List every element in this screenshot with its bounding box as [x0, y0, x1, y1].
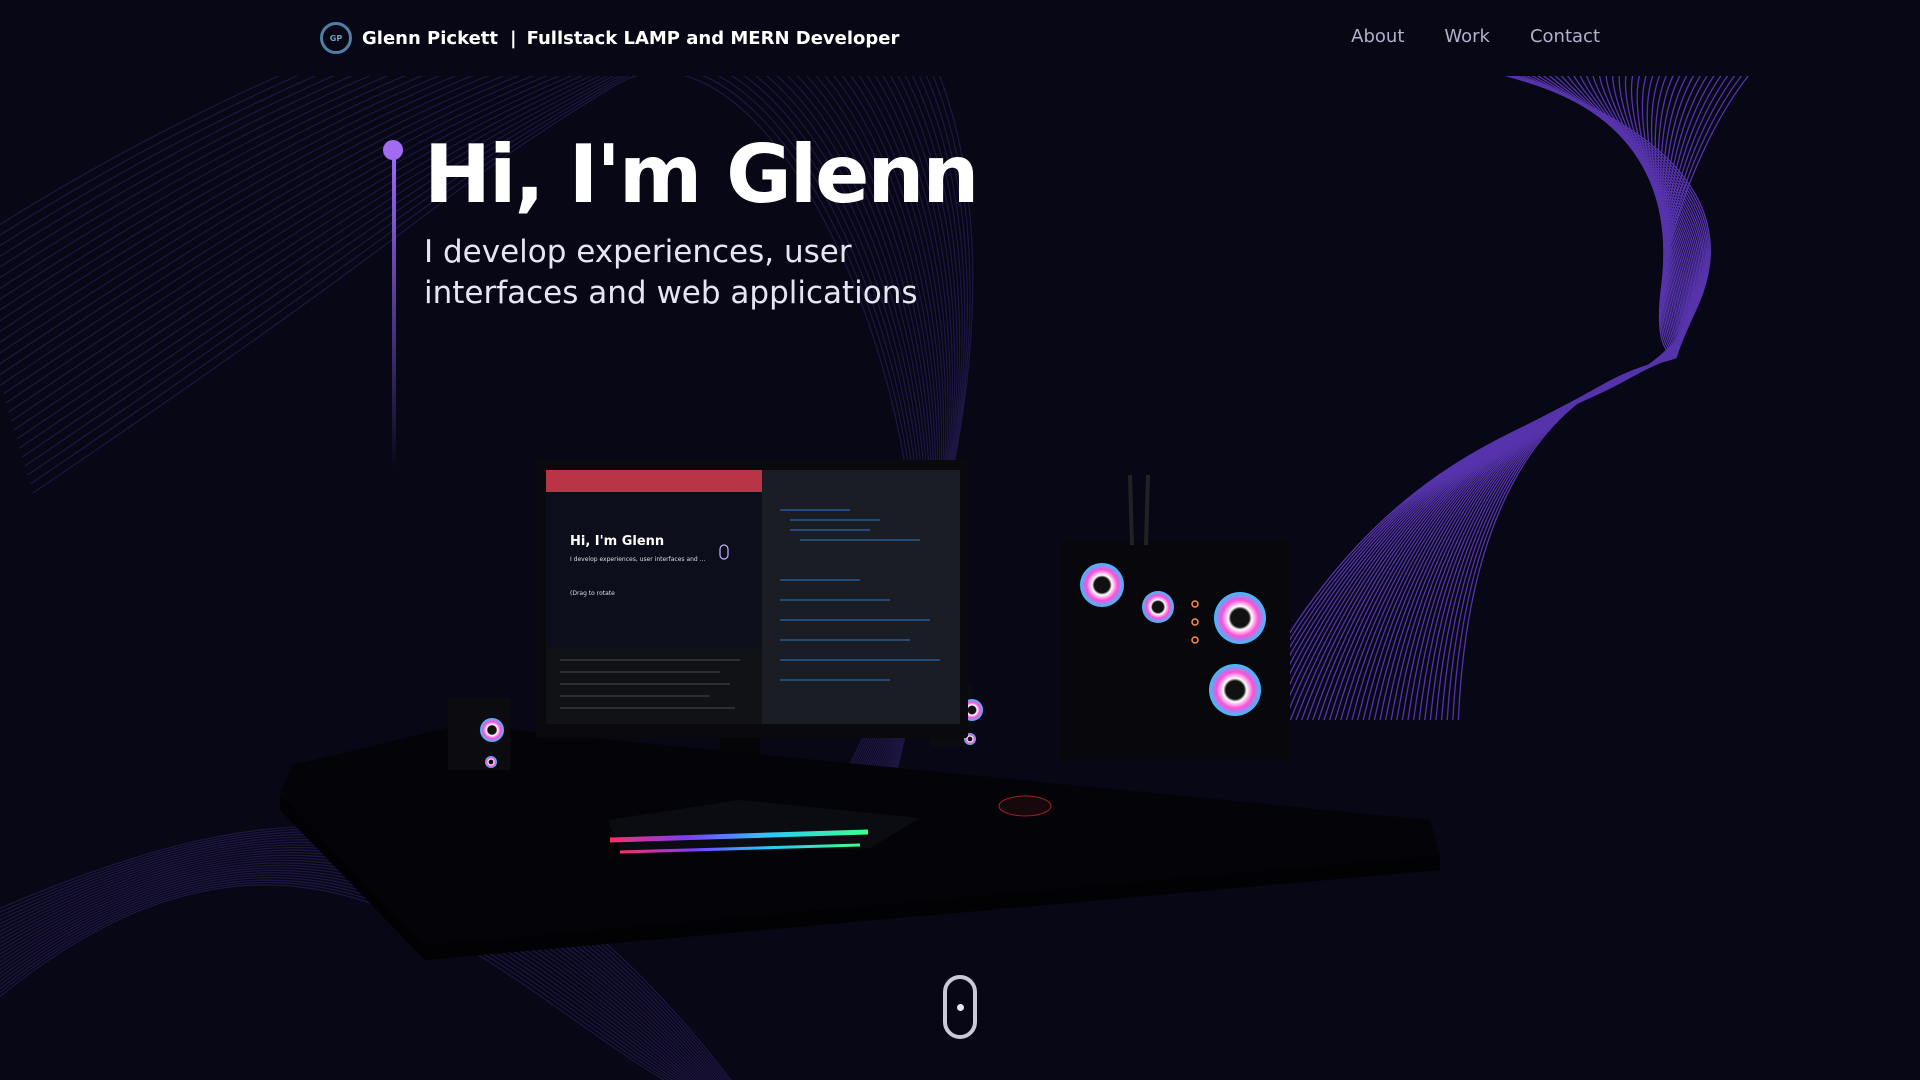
desk-setup-3d-scene[interactable]: Hi, I'm Glenn I develop experiences, use…: [280, 450, 1460, 960]
desk-mouse: [998, 795, 1052, 817]
nav-links: About Work Contact: [1351, 26, 1600, 47]
nav-contact[interactable]: Contact: [1530, 26, 1600, 47]
hero-accent-line: [392, 150, 396, 470]
brand-name: Glenn Pickett: [362, 27, 498, 49]
pc-case: [1060, 474, 1290, 760]
brand[interactable]: GP Glenn Pickett | Fullstack LAMP and ME…: [320, 21, 899, 55]
screen-title: Hi, I'm Glenn: [570, 534, 664, 549]
monitor: Hi, I'm Glenn I develop experiences, use…: [536, 460, 968, 758]
scroll-wheel-dot: [957, 1004, 964, 1011]
hero-subtitle: I develop experiences, user interfaces a…: [424, 234, 918, 311]
logo-icon: GP: [320, 22, 352, 54]
brand-separator: |: [509, 27, 517, 49]
wave-line: [1452, 69, 1747, 721]
wave-line: [1457, 69, 1754, 721]
screen-subtitle: I develop experiences, user interfaces a…: [570, 556, 705, 563]
wave-line: [1429, 69, 1719, 721]
wave-line: [1435, 69, 1726, 721]
hero-accent-dot: [383, 140, 403, 160]
screen-hint: (Drag to rotate: [570, 590, 615, 597]
hero-title: Hi, I'm Glenn: [424, 128, 979, 221]
navbar: GP Glenn Pickett | Fullstack LAMP and ME…: [0, 0, 1920, 76]
left-speaker: [448, 698, 510, 770]
nav-about[interactable]: About: [1351, 26, 1404, 47]
nav-work[interactable]: Work: [1444, 26, 1490, 47]
brand-role: Fullstack LAMP and MERN Developer: [526, 27, 900, 49]
scroll-down-indicator[interactable]: [943, 975, 977, 1039]
